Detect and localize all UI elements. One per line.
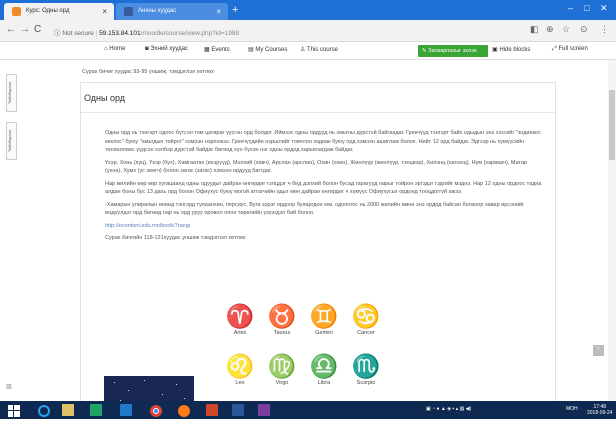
zoom-icon[interactable]: ⊕	[546, 24, 554, 35]
zodiac-name: Aries	[233, 330, 247, 336]
zodiac-name: Gemini	[315, 330, 333, 336]
blocks-toggle-icon[interactable]: ▥	[6, 383, 12, 390]
file-explorer-icon[interactable]	[62, 404, 74, 416]
close-icon[interactable]: ×	[216, 7, 221, 16]
nav-home[interactable]: ⌂ Home	[104, 46, 125, 52]
drawer-toggle-button[interactable]: ‹	[593, 345, 604, 356]
tab-home[interactable]: Анхны хуудас ×	[116, 3, 228, 20]
tab-label: Курс: Одны орд	[26, 8, 70, 14]
tab-course-zodiac[interactable]: Курс: Одны орд ×	[4, 3, 114, 20]
night-sky-image	[104, 376, 194, 401]
language-indicator[interactable]: MOH	[566, 406, 578, 412]
nav-events[interactable]: ▦ Events	[204, 46, 230, 53]
new-tab-button[interactable]: +	[232, 4, 238, 16]
previous-assignment-text: Сурах бичиг хуудас 93-95 уншиж, тэмдэглэ…	[82, 69, 214, 75]
course-icon: ♙	[300, 47, 307, 53]
powerpoint-icon[interactable]	[206, 404, 218, 416]
side-tab-description[interactable]: Тайлбарлах	[6, 74, 17, 112]
scorpio-icon: ♏	[351, 354, 381, 380]
edit-mode-button[interactable]: ✎ Засварлахыг эхлэх	[418, 45, 488, 57]
forward-icon[interactable]: →	[20, 24, 30, 35]
zodiac-virgo: ♍ Virgo	[262, 354, 302, 386]
zodiac-name: Leo	[235, 380, 245, 386]
leo-icon: ♌	[225, 354, 255, 380]
paragraph: Нар жилийн өөр өөр хугацаанд одны одууды…	[105, 180, 542, 196]
app-icon[interactable]	[120, 404, 132, 416]
assignment-text: Сурах бичгийн 118-121хуудас уншиж тэмдэг…	[105, 235, 246, 241]
close-icon[interactable]: ×	[102, 7, 107, 16]
nav-my-courses[interactable]: ▤ My Courses	[248, 46, 287, 53]
full-screen-button[interactable]: ⤢ Full screen	[552, 46, 588, 53]
zodiac-cancer: ♋ Cancer	[346, 304, 386, 336]
zodiac-name: Cancer	[357, 330, 375, 336]
taurus-icon: ♉	[267, 304, 297, 330]
moodle-favicon-icon	[12, 7, 21, 16]
system-tray-icons[interactable]: ▣ ◔ ● ▲ ◈ ▪ ▴ ▤ ◀)	[426, 406, 471, 412]
section-body: Одны орд нь тэнгэрт одоос бүтсэн том цаг…	[81, 113, 555, 243]
browser-tab-bar: Курс: Одны орд × Анхны хуудас × + – □ ✕	[0, 0, 616, 20]
minimize-button[interactable]: –	[568, 3, 573, 13]
zodiac-gemini: ♊ Gemini	[304, 304, 344, 336]
gemini-icon: ♊	[309, 304, 339, 330]
windows-start-icon[interactable]	[8, 404, 20, 417]
page-scrollbar[interactable]	[608, 60, 616, 401]
address-bar-row: ← → C ⓘ Not secure | 59.153.84.101/moodl…	[0, 20, 616, 42]
hide-blocks-button[interactable]: ▣ Hide blocks	[492, 46, 530, 53]
paragraph: -Хамарын улиралын өнөөд тэнгэрд туяаанхи…	[105, 201, 525, 217]
url-path: /moodle/course/view.php?id=1988	[140, 30, 240, 37]
internet-explorer-icon[interactable]	[38, 404, 50, 417]
zodiac-aries: ♈ Aries	[220, 304, 260, 336]
zodiac-name: Scorpio	[356, 380, 376, 386]
zodiac-name: Libra	[317, 380, 331, 386]
app-icon[interactable]	[90, 404, 102, 416]
course-content: Сурах бичиг хуудас 93-95 уншиж, тэмдэглэ…	[80, 60, 556, 401]
tab-label: Анхны хуудас	[138, 8, 177, 14]
paragraph: Үхэр, Хонь (хуц), Үхэр (бух), Хамгаатах …	[105, 159, 528, 175]
reload-icon[interactable]: C	[34, 24, 41, 35]
zodiac-taurus: ♉ Taurus	[262, 304, 302, 336]
back-icon[interactable]: ←	[6, 24, 16, 35]
cancer-icon: ♋	[351, 304, 381, 330]
security-label: Not secure	[62, 30, 94, 37]
nav-dashboard[interactable]: ◙ Эхний хуудас	[145, 46, 188, 52]
account-icon[interactable]: ⊙	[580, 24, 588, 35]
cast-icon[interactable]: ◧	[530, 24, 539, 35]
econtent-link[interactable]: http://econtent.edu.mn/book/7rangi	[105, 222, 543, 231]
firefox-icon[interactable]	[178, 404, 190, 417]
bookmark-star-icon[interactable]: ☆	[562, 24, 570, 35]
libra-icon: ♎	[309, 354, 339, 380]
zodiac-leo: ♌ Leo	[220, 354, 260, 386]
moodle-navbar: ⌂ Home ◙ Эхний хуудас ▦ Events ▤ My Cour…	[0, 42, 616, 60]
zodiac-scorpio: ♏ Scorpio	[346, 354, 386, 386]
close-window-button[interactable]: ✕	[600, 3, 608, 14]
section-title: Одны орд	[81, 83, 555, 113]
word-icon[interactable]	[232, 404, 244, 416]
nav-this-course[interactable]: ♙ This course	[300, 46, 338, 53]
url-host: 59.153.84.101	[99, 30, 141, 37]
clock-date: 2018-09-24	[587, 410, 613, 416]
chrome-icon[interactable]	[150, 404, 162, 417]
taskbar-clock[interactable]: 17:48 2018-09-24	[587, 404, 613, 416]
zodiac-name: Virgo	[275, 380, 289, 386]
url-field[interactable]: ⓘ Not secure | 59.153.84.101/moodle/cour…	[54, 24, 524, 38]
zodiac-libra: ♎ Libra	[304, 354, 344, 386]
side-tab-description[interactable]: Тайлбарлах	[6, 122, 17, 160]
menu-icon[interactable]: ⋮	[600, 24, 609, 35]
maximize-button[interactable]: □	[584, 3, 589, 13]
info-icon[interactable]: ⓘ	[54, 30, 61, 37]
paragraph: Одны орд нь тэнгэрт одоос бүтсэн том цаг…	[105, 130, 541, 153]
aries-icon: ♈	[225, 304, 255, 330]
app-icon[interactable]	[258, 404, 270, 416]
facebook-favicon-icon	[124, 7, 133, 16]
scrollbar-thumb[interactable]	[609, 90, 615, 160]
virgo-icon: ♍	[267, 354, 297, 380]
zodiac-name: Taurus	[273, 330, 291, 336]
windows-taskbar: ▣ ◔ ● ▲ ◈ ▪ ▴ ▤ ◀) MOH 17:48 2018-09-24	[0, 401, 616, 419]
